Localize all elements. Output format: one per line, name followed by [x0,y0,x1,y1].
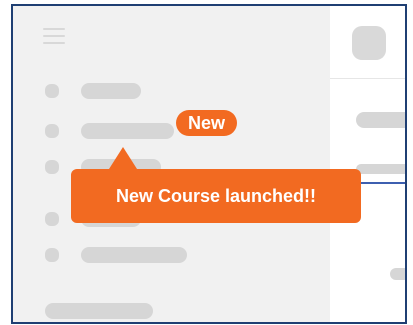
sidebar-item-6[interactable] [45,303,153,319]
screenshot-frame: New New Course launched!! [11,4,407,324]
sidebar-item-1[interactable] [81,83,141,99]
header-divider [330,78,405,79]
sidebar-item-2[interactable] [81,123,174,139]
main-placeholder-3 [390,268,405,280]
main-placeholder-1 [356,112,405,128]
sidebar-item-5-icon [45,248,59,262]
highlight-line [361,182,405,184]
sidebar-item-2-icon [45,124,59,138]
announcement-tooltip[interactable]: New Course launched!! [71,169,361,223]
main-panel [330,6,405,322]
new-badge: New [176,110,238,136]
header-avatar[interactable] [352,26,386,60]
hamburger-icon[interactable] [43,28,65,44]
sidebar-item-4-icon [45,212,59,226]
tooltip-arrow [109,147,137,169]
main-placeholder-2 [356,164,405,174]
sidebar-item-1-icon [45,84,59,98]
sidebar-item-5[interactable] [81,247,187,263]
sidebar-item-3-icon [45,160,59,174]
sidebar [13,6,330,322]
